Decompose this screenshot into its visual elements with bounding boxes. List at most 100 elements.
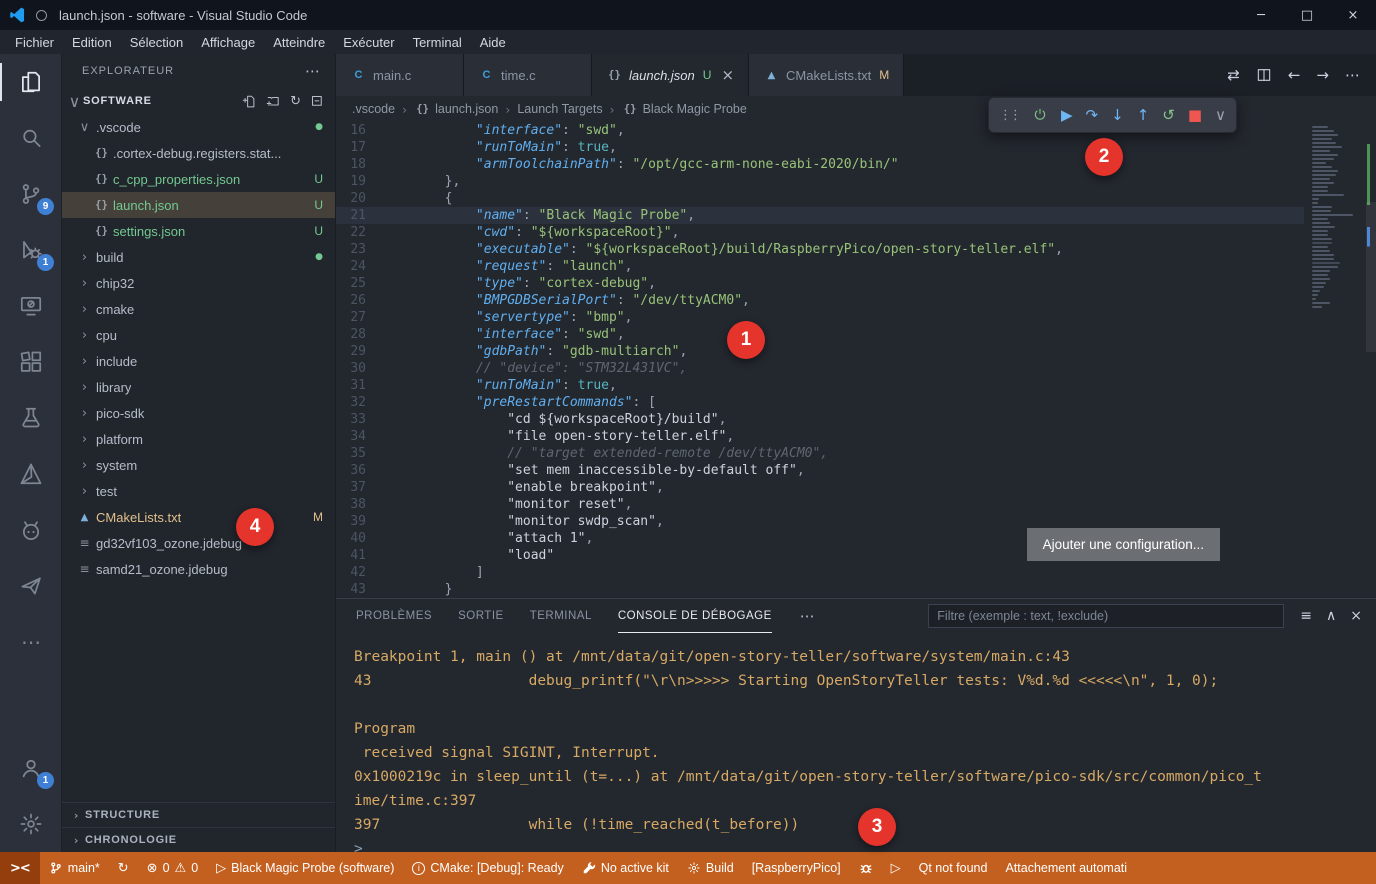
more-icon[interactable]: ⋯ — [1345, 66, 1360, 84]
line-number[interactable]: 43 — [336, 581, 382, 598]
code-editor[interactable]: 16 "interface": "swd",17 "runToMain": tr… — [336, 122, 1376, 598]
minimap[interactable] — [1308, 124, 1362, 598]
activity-run-debug[interactable]: 1 — [0, 222, 62, 278]
line-number[interactable]: 30 — [336, 360, 382, 377]
line-number[interactable]: 25 — [336, 275, 382, 292]
menu-edition[interactable]: Edition — [63, 35, 121, 50]
status-build[interactable]: Build — [678, 852, 743, 884]
tree-item-settings-json[interactable]: {}settings.jsonU — [62, 218, 335, 244]
back-icon[interactable]: ← — [1288, 66, 1301, 84]
close-button[interactable]: × — [1330, 0, 1376, 30]
maximize-button[interactable]: □ — [1284, 0, 1330, 30]
stop-dropdown-button[interactable]: ∨ — [1215, 106, 1226, 124]
new-folder-icon[interactable] — [266, 94, 281, 109]
tab-main-c[interactable]: Cmain.c — [336, 54, 464, 96]
section-chronologie[interactable]: ›CHRONOLOGIE — [62, 827, 335, 852]
tree-item-include[interactable]: ›include — [62, 348, 335, 374]
status-cmake-debug-ready[interactable]: iCMake: [Debug]: Ready — [403, 852, 572, 884]
line-number[interactable]: 36 — [336, 462, 382, 479]
step-out-button[interactable]: ↑ — [1137, 106, 1150, 124]
tree-item-cmakelists-txt[interactable]: ▲CMakeLists.txtM — [62, 504, 335, 530]
breadcrumb-vscode[interactable]: .vscode — [352, 102, 395, 116]
more-actions-icon[interactable]: ⋯ — [800, 607, 815, 625]
console-prompt[interactable]: > — [354, 837, 1368, 852]
tree-item-test[interactable]: ›test — [62, 478, 335, 504]
remote-indicator[interactable]: >< — [0, 852, 40, 884]
tab-launch-json[interactable]: {}launch.jsonU× — [592, 54, 749, 96]
panel-tab-probl-mes[interactable]: PROBLÈMES — [356, 599, 432, 633]
status-black-magic-probe-software[interactable]: ▷Black Magic Probe (software) — [207, 852, 403, 884]
tree-item-cmake[interactable]: ›cmake — [62, 296, 335, 322]
tree-item-launch-json[interactable]: {}launch.jsonU — [62, 192, 335, 218]
status-sync[interactable]: ↻ — [109, 852, 138, 884]
status-bug[interactable] — [850, 852, 882, 884]
power-button[interactable] — [1032, 107, 1048, 123]
status-raspberrypico[interactable]: [RaspberryPico] — [743, 852, 850, 884]
tree-item-cpu[interactable]: ›cpu — [62, 322, 335, 348]
section-structure[interactable]: ›STRUCTURE — [62, 802, 335, 827]
line-number[interactable]: 39 — [336, 513, 382, 530]
tab-cmakelists-txt[interactable]: ▲CMakeLists.txtM — [749, 54, 904, 96]
breadcrumb-launch-json[interactable]: {}launch.json — [414, 102, 498, 116]
status-qt-not-found[interactable]: Qt not found — [910, 852, 997, 884]
status-play[interactable]: ▷ — [882, 852, 910, 884]
line-number[interactable]: 40 — [336, 530, 382, 547]
activity-testing[interactable] — [0, 390, 62, 446]
line-number[interactable]: 16 — [336, 122, 382, 139]
activity-source-control[interactable]: 9 — [0, 166, 62, 222]
activity-more[interactable]: ⋯ — [0, 614, 62, 670]
activity-search[interactable] — [0, 110, 62, 166]
panel-tab-console-de-d-bogage[interactable]: CONSOLE DE DÉBOGAGE — [618, 599, 772, 633]
close-icon[interactable]: × — [1350, 608, 1362, 624]
step-into-button[interactable]: ↓ — [1111, 106, 1124, 124]
tree-item-gd32vf103-ozone-jdebug[interactable]: ≡gd32vf103_ozone.jdebug — [62, 530, 335, 556]
more-actions-icon[interactable]: ⋯ — [305, 62, 321, 80]
tree-item-vscode[interactable]: ∨.vscode● — [62, 114, 335, 140]
tree-item-build[interactable]: ›build● — [62, 244, 335, 270]
line-number[interactable]: 37 — [336, 479, 382, 496]
line-number[interactable]: 28 — [336, 326, 382, 343]
status-attachement-automati[interactable]: Attachement automati — [996, 852, 1136, 884]
line-number[interactable]: 17 — [336, 139, 382, 156]
line-number[interactable]: 22 — [336, 224, 382, 241]
status-no-active-kit[interactable]: No active kit — [573, 852, 678, 884]
tab-time-c[interactable]: Ctime.c — [464, 54, 592, 96]
line-number[interactable]: 27 — [336, 309, 382, 326]
new-file-icon[interactable] — [242, 94, 257, 109]
activity-settings[interactable] — [0, 796, 62, 852]
status-main[interactable]: main* — [40, 852, 109, 884]
activity-account[interactable]: 1 — [0, 740, 62, 796]
menu-terminal[interactable]: Terminal — [404, 35, 471, 50]
activity-extensions[interactable] — [0, 334, 62, 390]
filter-input[interactable] — [928, 604, 1284, 628]
line-number[interactable]: 26 — [336, 292, 382, 309]
line-number[interactable]: 19 — [336, 173, 382, 190]
tree-item-platform[interactable]: ›platform — [62, 426, 335, 452]
menu-aide[interactable]: Aide — [471, 35, 515, 50]
tree-item-pico-sdk[interactable]: ›pico-sdk — [62, 400, 335, 426]
minimize-button[interactable]: ─ — [1238, 0, 1284, 30]
workspace-section[interactable]: ∨ SOFTWARE ↻ — [62, 88, 335, 114]
close-icon[interactable]: × — [721, 66, 734, 84]
menu-atteindre[interactable]: Atteindre — [264, 35, 334, 50]
tree-item-library[interactable]: ›library — [62, 374, 335, 400]
line-number[interactable]: 41 — [336, 547, 382, 564]
step-over-button[interactable]: ↷ — [1086, 106, 1099, 124]
line-number[interactable]: 24 — [336, 258, 382, 275]
activity-live-share[interactable] — [0, 558, 62, 614]
panel-tab-sortie[interactable]: SORTIE — [458, 599, 504, 633]
activity-explorer[interactable] — [0, 54, 62, 110]
menu-fichier[interactable]: Fichier — [6, 35, 63, 50]
activity-remote-explorer[interactable] — [0, 278, 62, 334]
line-number[interactable]: 32 — [336, 394, 382, 411]
restart-button[interactable]: ↺ — [1162, 106, 1175, 124]
menu-affichage[interactable]: Affichage — [192, 35, 264, 50]
line-number[interactable]: 29 — [336, 343, 382, 360]
panel-tab-terminal[interactable]: TERMINAL — [530, 599, 592, 633]
add-configuration-button[interactable]: Ajouter une configuration... — [1027, 528, 1220, 561]
breadcrumb-launch-targets[interactable]: Launch Targets — [517, 102, 602, 116]
editor-scrollbar[interactable] — [1366, 202, 1376, 352]
tree-item-samd21-ozone-jdebug[interactable]: ≡samd21_ozone.jdebug — [62, 556, 335, 582]
menu-ex-cuter[interactable]: Exécuter — [334, 35, 403, 50]
forward-icon[interactable]: → — [1316, 66, 1329, 84]
